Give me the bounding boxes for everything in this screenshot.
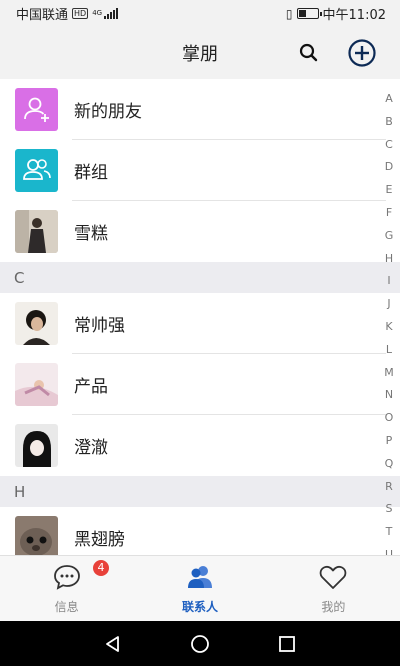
- index-letter[interactable]: O: [385, 407, 394, 430]
- app-header: 掌朋: [0, 27, 400, 79]
- clock: 中午11:02: [322, 8, 386, 23]
- vibrate-icon: ▯: [285, 6, 293, 21]
- system-nav-bar: [0, 621, 400, 666]
- index-letter[interactable]: H: [385, 248, 393, 271]
- add-circle-icon[interactable]: [347, 38, 377, 68]
- avatar: [15, 363, 58, 406]
- index-letter[interactable]: C: [385, 134, 393, 157]
- section-letter: H: [14, 482, 26, 501]
- index-letter[interactable]: E: [386, 179, 393, 202]
- tab-label: 我的: [321, 600, 346, 614]
- index-letter[interactable]: P: [386, 430, 393, 453]
- contact-row[interactable]: 常帅强: [0, 293, 400, 354]
- index-letter[interactable]: K: [385, 316, 392, 339]
- index-letter[interactable]: D: [385, 156, 393, 179]
- contact-row[interactable]: 澄澈: [0, 415, 400, 476]
- alphabet-index[interactable]: ABCDEFGHIJKLMNOPQRSTU: [378, 88, 400, 567]
- index-letter[interactable]: A: [385, 88, 393, 111]
- contact-list[interactable]: 新的朋友 群组 雪糕 C 常帅强 产品 澄澈 H 黑翅膀: [0, 79, 400, 555]
- status-bar: 中国联通 HD 4G ▯ 中午11:02: [0, 0, 400, 27]
- contact-row[interactable]: 黑翅膀: [0, 507, 400, 555]
- index-letter[interactable]: F: [386, 202, 392, 225]
- hd-badge: HD: [72, 8, 89, 19]
- add-user-icon: [15, 88, 58, 131]
- tab-messages[interactable]: 4 信息: [0, 556, 133, 621]
- tab-label: 信息: [54, 600, 79, 614]
- search-icon[interactable]: [297, 41, 321, 65]
- status-right: ▯ 中午11:02: [285, 4, 386, 24]
- recents-icon[interactable]: [267, 624, 307, 664]
- section-header-h: H: [0, 476, 400, 507]
- contact-row[interactable]: 产品: [0, 354, 400, 415]
- index-letter[interactable]: Q: [385, 453, 394, 476]
- tab-label: 联系人: [181, 600, 218, 614]
- chat-icon: [52, 562, 82, 596]
- row-label: 群组: [74, 163, 108, 183]
- new-friends-row[interactable]: 新的朋友: [0, 79, 400, 140]
- carrier-name: 中国联通: [16, 8, 69, 23]
- unread-badge: 4: [93, 560, 109, 576]
- index-letter[interactable]: B: [385, 111, 393, 134]
- row-label: 常帅强: [74, 316, 125, 336]
- page-title: 掌朋: [182, 44, 218, 65]
- avatar: [15, 210, 58, 253]
- index-letter[interactable]: G: [385, 225, 394, 248]
- heart-icon: [318, 562, 348, 596]
- contact-row[interactable]: 雪糕: [0, 201, 400, 262]
- groups-row[interactable]: 群组: [0, 140, 400, 201]
- index-letter[interactable]: J: [387, 293, 390, 316]
- avatar: [15, 516, 58, 555]
- index-letter[interactable]: I: [387, 270, 390, 293]
- row-label: 澄澈: [74, 438, 108, 458]
- row-label: 产品: [74, 377, 108, 397]
- home-icon[interactable]: [180, 624, 220, 664]
- contacts-icon: [185, 562, 215, 596]
- index-letter[interactable]: N: [385, 384, 393, 407]
- network-type: 4G: [92, 9, 103, 17]
- index-letter[interactable]: R: [385, 476, 393, 499]
- section-header-c: C: [0, 262, 400, 293]
- tab-contacts[interactable]: 联系人: [133, 556, 266, 621]
- battery-icon: [296, 8, 322, 19]
- bottom-tab-bar: 4 信息 联系人 我的: [0, 555, 400, 621]
- index-letter[interactable]: S: [386, 498, 393, 521]
- back-icon[interactable]: [93, 624, 133, 664]
- row-label: 雪糕: [74, 224, 108, 244]
- index-letter[interactable]: T: [386, 521, 393, 544]
- row-label: 黑翅膀: [74, 530, 125, 550]
- group-icon: [15, 149, 58, 192]
- section-letter: C: [14, 268, 25, 287]
- index-letter[interactable]: M: [384, 362, 394, 385]
- row-label: 新的朋友: [74, 102, 142, 122]
- avatar: [15, 302, 58, 345]
- index-letter[interactable]: L: [386, 339, 392, 362]
- status-left: 中国联通 HD 4G: [16, 4, 119, 23]
- signal-icon: [104, 8, 119, 19]
- avatar: [15, 424, 58, 467]
- tab-me[interactable]: 我的: [267, 556, 400, 621]
